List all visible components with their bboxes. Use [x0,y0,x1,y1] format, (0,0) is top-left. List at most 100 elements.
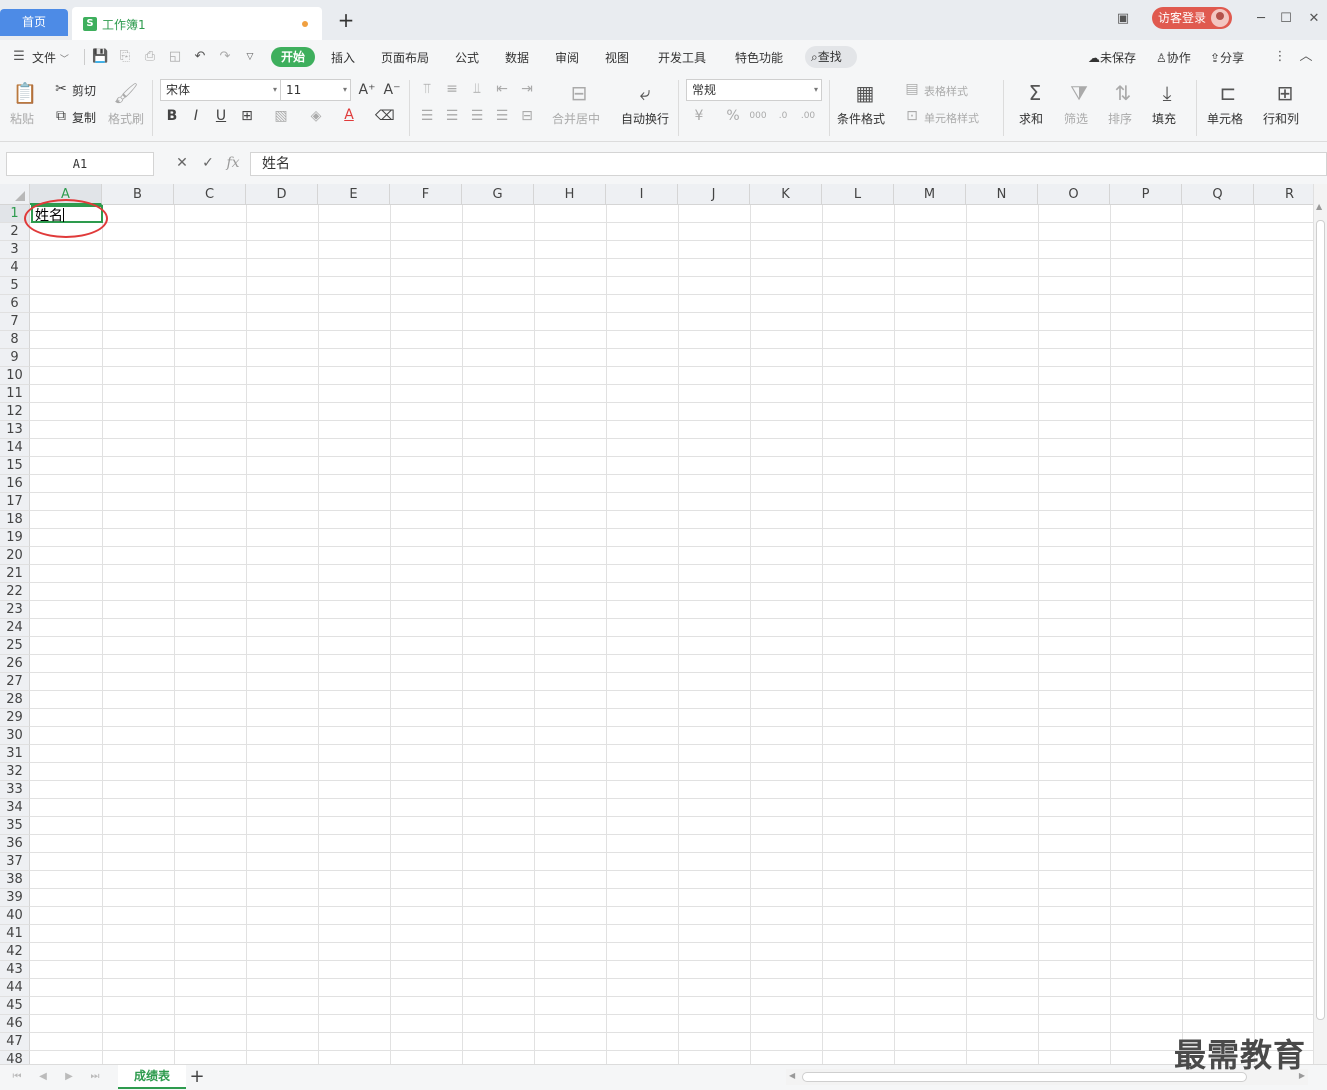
row-header-46[interactable]: 46 [0,1015,30,1033]
find-button[interactable]: ⌕查找 [805,46,857,68]
tab-view[interactable]: 视图 [605,49,629,66]
scissors-icon[interactable]: ✂ [52,80,70,98]
column-header-l[interactable]: L [822,184,894,205]
italic-icon[interactable]: I [187,107,205,125]
number-format-select[interactable]: 常规 ▾ [686,79,822,101]
row-header-23[interactable]: 23 [0,601,30,619]
cell-style-icon[interactable]: ⊡ [903,107,921,125]
menu-file[interactable]: 文件 ﹀ [32,49,69,66]
row-header-9[interactable]: 9 [0,349,30,367]
conditional-format-icon[interactable]: ▦ [852,80,878,106]
row-header-31[interactable]: 31 [0,745,30,763]
decrease-decimal-icon[interactable]: .00 [799,107,817,125]
last-sheet-icon[interactable]: ⏭ [88,1069,102,1085]
row-header-16[interactable]: 16 [0,475,30,493]
align-right-icon[interactable]: ☰ [468,107,486,125]
distribute-icon[interactable]: ⊟ [518,107,536,125]
tab-data[interactable]: 数据 [505,49,529,66]
column-header-j[interactable]: J [678,184,750,205]
column-header-q[interactable]: Q [1182,184,1254,205]
copy-button[interactable]: 复制 [72,109,96,126]
tab-special-features[interactable]: 特色功能 [735,49,783,66]
scroll-left-icon[interactable]: ◀ [789,1071,795,1080]
row-header-32[interactable]: 32 [0,763,30,781]
row-header-34[interactable]: 34 [0,799,30,817]
confirm-icon[interactable]: ✓ [199,154,217,172]
vertical-scrollbar[interactable]: ▲ [1313,184,1327,1064]
row-header-10[interactable]: 10 [0,367,30,385]
sort-icon[interactable]: ⇅ [1110,80,1136,106]
column-header-r[interactable]: R [1254,184,1313,205]
align-center-icon[interactable]: ☰ [443,107,461,125]
table-style-icon[interactable]: ▤ [903,80,921,98]
cancel-icon[interactable]: ✕ [173,154,191,172]
row-header-18[interactable]: 18 [0,511,30,529]
reading-mode-icon[interactable]: ▣ [1112,10,1134,28]
column-header-m[interactable]: M [894,184,966,205]
row-header-29[interactable]: 29 [0,709,30,727]
border-icon[interactable]: ⊞ [238,107,256,125]
row-header-6[interactable]: 6 [0,295,30,313]
bold-icon[interactable]: B [163,107,181,125]
percent-icon[interactable]: % [724,107,742,125]
font-color-icon[interactable]: A [340,106,358,124]
row-header-15[interactable]: 15 [0,457,30,475]
column-header-n[interactable]: N [966,184,1038,205]
customize-toolbar-icon[interactable]: ▽ [242,49,258,65]
name-box[interactable]: A1 [6,152,154,176]
wrap-text-button[interactable]: 自动换行 [621,110,669,127]
eraser-icon[interactable]: ⌫ [375,107,395,125]
row-header-48[interactable]: 48 [0,1051,30,1064]
align-bottom-icon[interactable]: ⫫ [468,80,486,98]
scroll-up-icon[interactable]: ▲ [1316,202,1322,211]
row-header-24[interactable]: 24 [0,619,30,637]
new-tab-button[interactable]: + [336,10,356,30]
minimize-icon[interactable]: ─ [1250,10,1272,28]
cell-button[interactable]: 单元格 [1207,110,1243,127]
redo-icon[interactable]: ↷ [217,49,233,65]
tab-developer[interactable]: 开发工具 [658,49,706,66]
cut-button[interactable]: 剪切 [72,82,96,99]
sum-icon[interactable]: Σ [1022,80,1048,106]
row-header-40[interactable]: 40 [0,907,30,925]
more-options-icon[interactable]: ⋮ [1272,49,1288,65]
row-header-8[interactable]: 8 [0,331,30,349]
row-header-13[interactable]: 13 [0,421,30,439]
row-header-3[interactable]: 3 [0,241,30,259]
merge-center-button[interactable]: 合并居中 [552,110,600,127]
align-top-icon[interactable]: ⫪ [418,80,436,98]
row-header-30[interactable]: 30 [0,727,30,745]
column-header-d[interactable]: D [246,184,318,205]
row-header-12[interactable]: 12 [0,403,30,421]
paste-icon[interactable]: 📋 [12,80,38,106]
column-header-f[interactable]: F [390,184,462,205]
sheet-tab-active[interactable]: 成绩表 [118,1065,186,1089]
row-header-22[interactable]: 22 [0,583,30,601]
row-header-26[interactable]: 26 [0,655,30,673]
merge-center-icon[interactable]: ⊟ [566,80,592,106]
row-header-42[interactable]: 42 [0,943,30,961]
table-style-button[interactable]: 表格样式 [924,83,968,99]
row-header-25[interactable]: 25 [0,637,30,655]
row-header-36[interactable]: 36 [0,835,30,853]
row-header-44[interactable]: 44 [0,979,30,997]
collaborate-button[interactable]: ♙协作 [1156,49,1191,66]
row-header-33[interactable]: 33 [0,781,30,799]
prev-sheet-icon[interactable]: ◀ [36,1069,50,1085]
increase-font-icon[interactable]: A⁺ [358,81,376,99]
spreadsheet-grid[interactable]: ABCDEFGHIJKLMNOPQR 1 2 3 4 5 6 7 8 9 10 11 12 13 14 15… [0,184,1313,1064]
tab-page-layout[interactable]: 页面布局 [381,49,429,66]
row-col-button[interactable]: 行和列 [1263,110,1299,127]
row-header-43[interactable]: 43 [0,961,30,979]
underline-icon[interactable]: U [212,107,230,125]
row-header-28[interactable]: 28 [0,691,30,709]
tab-formulas[interactable]: 公式 [455,49,479,66]
row-header-47[interactable]: 47 [0,1033,30,1051]
row-header-45[interactable]: 45 [0,997,30,1015]
column-header-i[interactable]: I [606,184,678,205]
format-painter-icon[interactable]: 🖌 [113,80,139,106]
tab-workbook[interactable]: S 工作簿1 [72,7,322,40]
visitor-login-button[interactable]: 访客登录 [1152,7,1232,29]
row-header-21[interactable]: 21 [0,565,30,583]
sum-button[interactable]: 求和 [1019,110,1043,127]
